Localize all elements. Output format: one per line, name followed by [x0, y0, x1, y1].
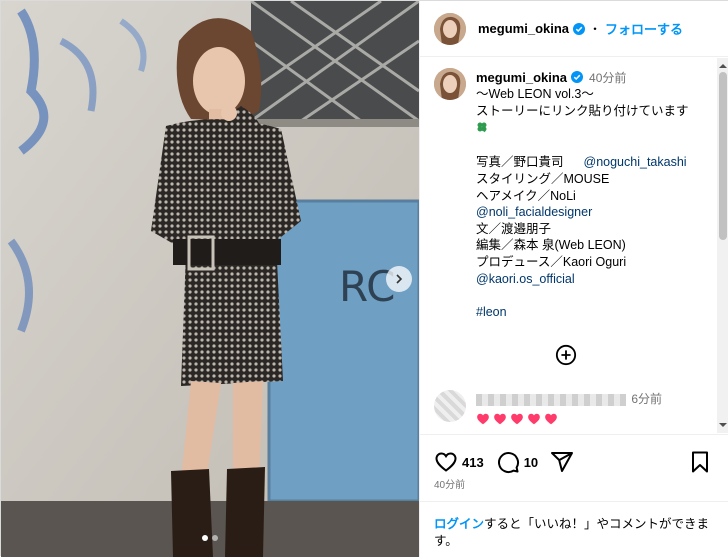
- heart-emoji-icon: [477, 413, 489, 425]
- share-button[interactable]: [550, 450, 574, 474]
- caption-head: megumi_okina 40分前: [476, 68, 712, 86]
- verified-icon: [573, 22, 586, 35]
- carousel-dots: [1, 535, 419, 541]
- carousel-dot: [212, 535, 218, 541]
- load-more-comments-button[interactable]: [555, 344, 577, 366]
- comment-icon: [497, 452, 519, 474]
- carousel-next-button[interactable]: [386, 266, 412, 292]
- produce-mention-link[interactable]: @kaori.os_official: [476, 271, 712, 288]
- svg-text:RC: RC: [339, 262, 395, 311]
- separator-dot: ・: [589, 22, 602, 36]
- caption-avatar[interactable]: [434, 68, 466, 100]
- scrollbar[interactable]: [717, 58, 728, 433]
- photo-mention-link[interactable]: @noguchi_takashi: [584, 155, 687, 169]
- login-prompt: ログインすると「いいね！」やコメントができます。: [420, 501, 728, 557]
- comment-hearts: [476, 412, 662, 426]
- action-row: 413 10: [434, 450, 574, 474]
- chevron-right-icon: [396, 274, 403, 284]
- commenter-name-blurred: [476, 393, 626, 406]
- instagram-embed: RC megumi_okina ・ フォローする megumi_okina 40…: [0, 0, 728, 557]
- credit-text: 文／渡邉朋子: [476, 221, 552, 236]
- scrollbar-thumb[interactable]: [719, 72, 727, 240]
- action-bar: 413 10: [420, 434, 728, 494]
- caption-username[interactable]: megumi_okina: [476, 70, 567, 85]
- credit-hairmake: ヘアメイク／NoLi: [476, 188, 576, 203]
- like-count: 413: [462, 454, 484, 470]
- avatar-image: [434, 68, 466, 100]
- comment-time: 6分前: [631, 392, 663, 406]
- heart-emoji-icon: [494, 413, 506, 425]
- heart-icon: [435, 452, 457, 472]
- caption-line: ストーリーにリンク貼り付けています: [476, 103, 689, 118]
- commenter-avatar-blurred: [434, 390, 466, 422]
- username[interactable]: megumi_okina: [478, 21, 569, 36]
- post-panel: megumi_okina ・ フォローする megumi_okina 40分前 …: [419, 1, 728, 557]
- comment-button[interactable]: [496, 450, 520, 474]
- comment-head: 6分前: [476, 390, 662, 407]
- caption-body: megumi_okina 40分前 〜Web LEON vol.3〜 ストーリー…: [476, 68, 712, 320]
- comment-count: 10: [523, 454, 539, 470]
- heart-emoji-icon: [545, 413, 557, 425]
- share-icon: [551, 452, 574, 472]
- hairmake-mention-link[interactable]: @noli_facialdesigner: [476, 204, 712, 221]
- like-button[interactable]: [434, 450, 458, 474]
- login-text: ログインすると「いいね！」やコメントができます。: [434, 516, 720, 550]
- caption-time: 40分前: [589, 70, 627, 85]
- heart-emoji-icon: [528, 413, 540, 425]
- photo-illustration: RC: [1, 1, 419, 557]
- scroll-down-arrow-icon[interactable]: [719, 421, 727, 429]
- comment-body: 6分前: [476, 390, 662, 426]
- hashtag-link[interactable]: #leon: [476, 304, 712, 321]
- verified-icon: [571, 71, 584, 83]
- caption: megumi_okina 40分前 〜Web LEON vol.3〜 ストーリー…: [434, 68, 714, 320]
- comments-scroll-area[interactable]: megumi_okina 40分前 〜Web LEON vol.3〜 ストーリー…: [420, 58, 728, 433]
- save-button[interactable]: [688, 450, 712, 474]
- avatar-image: [434, 12, 466, 45]
- heart-emoji-icon: [511, 413, 523, 425]
- credit-produce: プロデュース／Kaori Oguri: [476, 254, 627, 269]
- credit-styling: スタイリング／MOUSE: [476, 171, 610, 186]
- follow-button[interactable]: フォローする: [605, 19, 683, 38]
- avatar[interactable]: [434, 12, 466, 45]
- comment-item: 6分前: [434, 390, 714, 426]
- credit-photo-text: 写真／野口貴司: [476, 155, 564, 170]
- caption-line: 〜Web LEON vol.3〜: [476, 87, 594, 101]
- post-timestamp: 40分前: [434, 480, 466, 491]
- clover-icon: [477, 122, 487, 133]
- scroll-up-arrow-icon[interactable]: [719, 62, 727, 70]
- post-header: megumi_okina ・ フォローする: [420, 1, 728, 57]
- plus-circle-icon: [555, 344, 577, 366]
- caption-emoji-line: [476, 119, 712, 138]
- credit-edit: 編集／森本 泉(Web LEON): [476, 238, 626, 253]
- bookmark-icon: [692, 451, 708, 473]
- carousel-dot-active: [202, 535, 208, 541]
- credit-photo: 写真／野口貴司 @noguchi_takashi: [476, 154, 712, 171]
- login-link[interactable]: ログイン: [434, 517, 484, 531]
- post-photo[interactable]: RC: [1, 1, 419, 557]
